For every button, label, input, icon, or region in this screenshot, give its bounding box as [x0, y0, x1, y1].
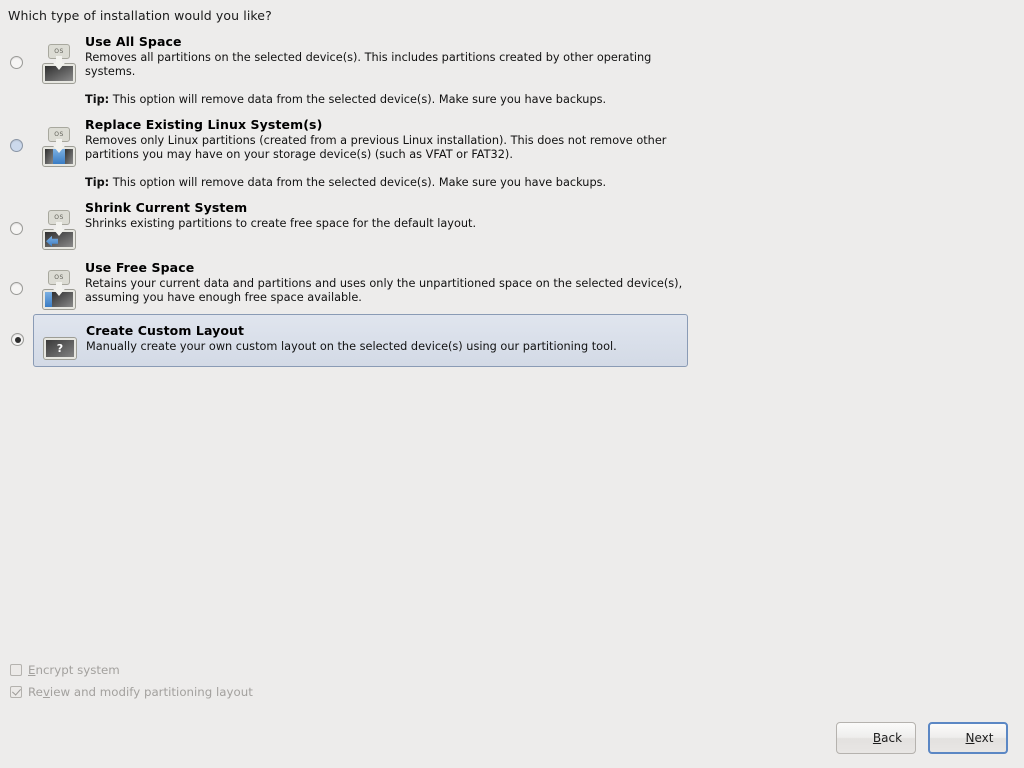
- footer-button-bar: Back Next: [836, 722, 1008, 754]
- option-title: Shrink Current System: [85, 200, 1024, 215]
- option-description: Manually create your own custom layout o…: [86, 340, 686, 354]
- option-title: Replace Existing Linux System(s): [85, 117, 1024, 132]
- disk-replace-linux-icon: OS: [41, 127, 77, 167]
- radio-replace-existing-linux[interactable]: [10, 139, 23, 152]
- option-title: Use All Space: [85, 34, 1024, 49]
- option-title: Create Custom Layout: [86, 323, 687, 338]
- label-mnemonic: v: [43, 685, 50, 699]
- option-description: Retains your current data and partitions…: [85, 277, 685, 305]
- icon-cell: ?: [34, 321, 86, 360]
- disk-free-space-icon: OS: [41, 270, 77, 310]
- disk-replace-all-icon: OS: [41, 44, 77, 84]
- option-row-shrink-current-system[interactable]: OS Shrink Current System Shrinks existin…: [0, 194, 1024, 254]
- label-suffix: iew and modify partitioning layout: [50, 685, 253, 699]
- text-cell: Use Free Space Retains your current data…: [85, 258, 1024, 305]
- checkbox-encrypt-system[interactable]: [10, 664, 22, 676]
- radio-cell: [0, 198, 33, 235]
- checkbox-label-encrypt-system: Encrypt system: [28, 663, 120, 677]
- text-cell: Replace Existing Linux System(s) Removes…: [85, 115, 1024, 190]
- icon-cell: OS: [33, 198, 85, 250]
- icon-cell: OS: [33, 32, 85, 84]
- text-cell: Shrink Current System Shrinks existing p…: [85, 198, 1024, 231]
- option-tip-text: This option will remove data from the se…: [109, 176, 606, 189]
- next-button[interactable]: Next: [928, 722, 1008, 754]
- arrow-left-icon: [850, 732, 867, 745]
- option-row-use-free-space[interactable]: OS Use Free Space Retains your current d…: [0, 254, 1024, 314]
- option-tip: Tip: This option will remove data from t…: [85, 176, 1024, 190]
- option-tip-label: Tip:: [85, 176, 109, 189]
- label-prefix: Re: [28, 685, 43, 699]
- checkbox-row-review-modify-layout[interactable]: Review and modify partitioning layout: [10, 681, 410, 703]
- radio-use-free-space[interactable]: [10, 282, 23, 295]
- text-cell: Create Custom Layout Manually create you…: [86, 321, 687, 354]
- radio-cell: [0, 258, 33, 295]
- option-tip-text: This option will remove data from the se…: [109, 93, 606, 106]
- radio-cell: [0, 32, 33, 69]
- question-mark-glyph: ?: [46, 340, 74, 357]
- page-title: Which type of installation would you lik…: [8, 8, 272, 23]
- back-button-label: Back: [873, 731, 902, 745]
- radio-create-custom-layout[interactable]: [11, 333, 24, 346]
- label-suffix: ack: [881, 731, 902, 745]
- option-description: Shrinks existing partitions to create fr…: [85, 217, 685, 231]
- disk-shrink-icon: OS: [41, 210, 77, 250]
- option-row-use-all-space[interactable]: OS Use All Space Removes all partitions …: [0, 28, 1024, 111]
- arrow-right-icon: [943, 732, 960, 745]
- installation-type-option-list: OS Use All Space Removes all partitions …: [0, 28, 1024, 367]
- text-cell: Use All Space Removes all partitions on …: [85, 32, 1024, 107]
- label-mnemonic: N: [966, 731, 975, 745]
- next-button-label: Next: [966, 731, 994, 745]
- option-tip-label: Tip:: [85, 93, 109, 106]
- radio-shrink-current-system[interactable]: [10, 222, 23, 235]
- checkbox-label-review-modify-layout: Review and modify partitioning layout: [28, 685, 253, 699]
- options-checkbox-group: Encrypt system Review and modify partiti…: [10, 659, 410, 703]
- radio-cell: [0, 115, 33, 152]
- option-row-create-custom-layout[interactable]: ? Create Custom Layout Manually create y…: [33, 314, 688, 367]
- checkbox-row-encrypt-system[interactable]: Encrypt system: [10, 659, 410, 681]
- option-description: Removes only Linux partitions (created f…: [85, 134, 685, 162]
- label-mnemonic: B: [873, 731, 881, 745]
- option-description: Removes all partitions on the selected d…: [85, 51, 685, 79]
- checkbox-review-modify-layout[interactable]: [10, 686, 22, 698]
- option-title: Use Free Space: [85, 260, 1024, 275]
- label-suffix: ncrypt system: [35, 663, 119, 677]
- option-tip: Tip: This option will remove data from t…: [85, 93, 1024, 107]
- radio-use-all-space[interactable]: [10, 56, 23, 69]
- back-button[interactable]: Back: [836, 722, 916, 754]
- question-mark-disk-icon: ?: [43, 337, 77, 360]
- icon-cell: OS: [33, 115, 85, 167]
- radio-cell: [1, 315, 34, 346]
- option-row-replace-existing-linux[interactable]: OS Replace Existing Linux System(s) Remo…: [0, 111, 1024, 194]
- label-suffix: ext: [975, 731, 994, 745]
- icon-cell: OS: [33, 258, 85, 310]
